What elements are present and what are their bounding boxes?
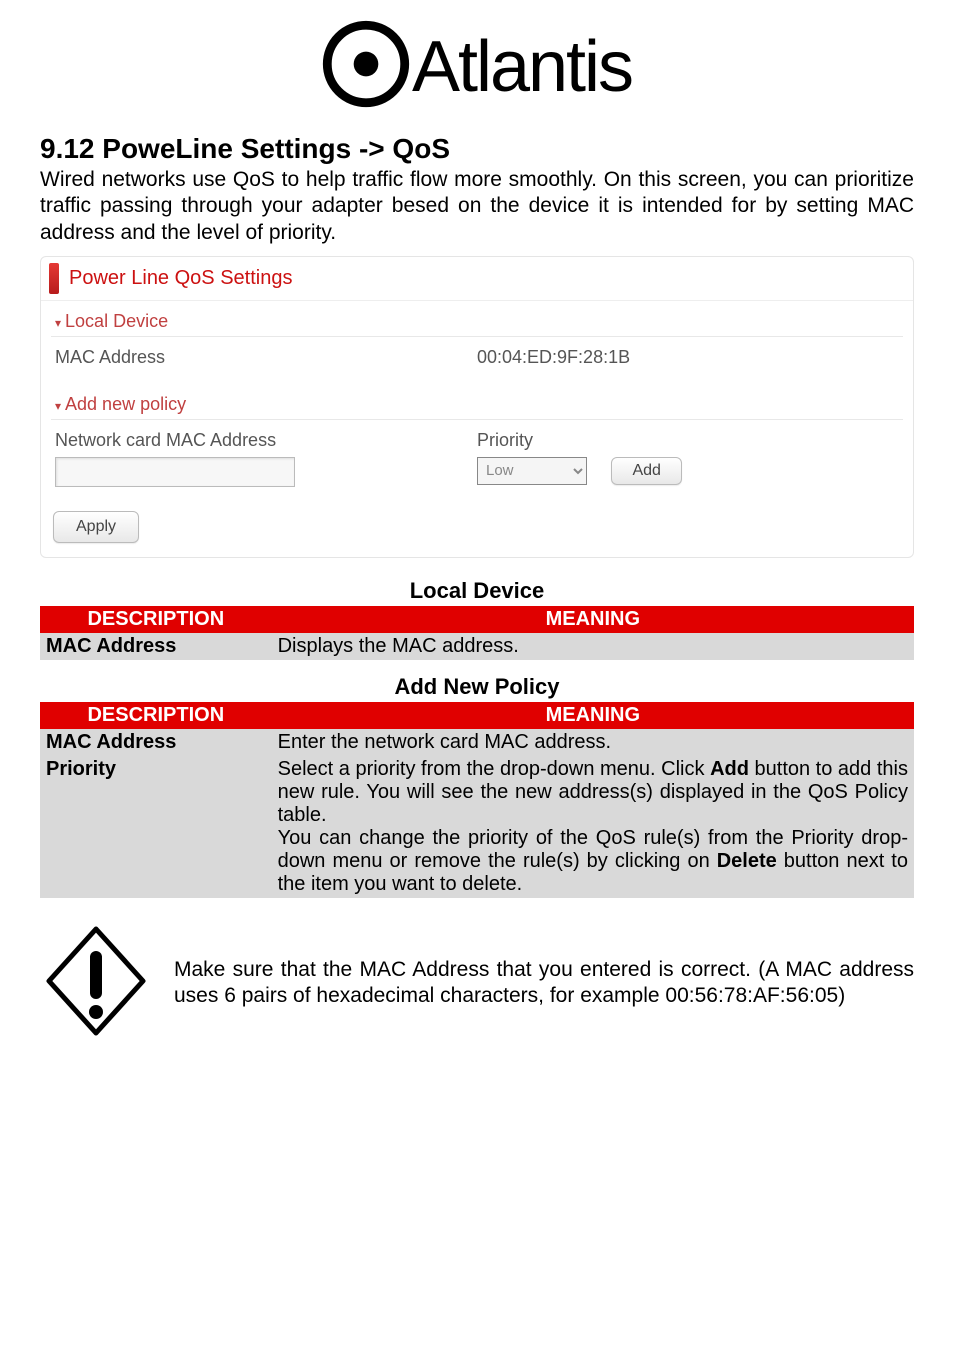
- priority-select[interactable]: Low: [477, 457, 587, 485]
- network-card-mac-input[interactable]: [55, 457, 295, 487]
- apply-button[interactable]: Apply: [53, 511, 139, 543]
- local-device-table: DESCRIPTION MEANING MAC Address Displays…: [40, 606, 914, 660]
- table-header-meaning: MEANING: [272, 606, 914, 633]
- cell-meaning: Select a priority from the drop-down men…: [272, 756, 914, 898]
- cell-desc: Priority: [40, 756, 272, 898]
- bold-delete: Delete: [717, 850, 777, 872]
- cell-meaning: Enter the network card MAC address.: [272, 729, 914, 756]
- table-header-description: DESCRIPTION: [40, 606, 272, 633]
- page-heading: 9.12 PoweLine Settings -> QoS: [40, 133, 914, 165]
- table-row: MAC Address Displays the MAC address.: [40, 633, 914, 660]
- add-new-policy-table: DESCRIPTION MEANING MAC Address Enter th…: [40, 702, 914, 898]
- logo-area: Atlantis: [0, 0, 954, 123]
- note-text: Make sure that the MAC Address that you …: [174, 957, 914, 1010]
- logo-icon: [322, 20, 410, 113]
- text-fragment: Select a priority from the drop-down men…: [278, 758, 710, 780]
- priority-label: Priority: [477, 430, 899, 451]
- qos-settings-panel: Power Line QoS Settings Local Device MAC…: [40, 256, 914, 558]
- add-new-policy-table-title: Add New Policy: [40, 674, 914, 700]
- mac-address-label: MAC Address: [55, 347, 477, 368]
- local-device-header[interactable]: Local Device: [51, 301, 903, 337]
- local-device-table-title: Local Device: [40, 578, 914, 604]
- network-card-mac-label: Network card MAC Address: [55, 430, 477, 451]
- cell-desc: MAC Address: [40, 729, 272, 756]
- logo: Atlantis: [322, 20, 632, 113]
- logo-text: Atlantis: [412, 26, 632, 108]
- bold-add: Add: [710, 758, 749, 780]
- add-new-policy-header[interactable]: Add new policy: [51, 384, 903, 420]
- table-header-description: DESCRIPTION: [40, 702, 272, 729]
- cell-meaning: Displays the MAC address.: [272, 633, 914, 660]
- add-button[interactable]: Add: [611, 457, 681, 485]
- table-header-meaning: MEANING: [272, 702, 914, 729]
- table-row: Priority Select a priority from the drop…: [40, 756, 914, 898]
- intro-paragraph: Wired networks use QoS to help traffic f…: [40, 167, 914, 246]
- warning-icon: [40, 926, 174, 1041]
- table-row: MAC Address Enter the network card MAC a…: [40, 729, 914, 756]
- cell-desc: MAC Address: [40, 633, 272, 660]
- note-row: Make sure that the MAC Address that you …: [40, 926, 914, 1041]
- mac-address-value: 00:04:ED:9F:28:1B: [477, 347, 899, 368]
- panel-title: Power Line QoS Settings: [41, 257, 913, 301]
